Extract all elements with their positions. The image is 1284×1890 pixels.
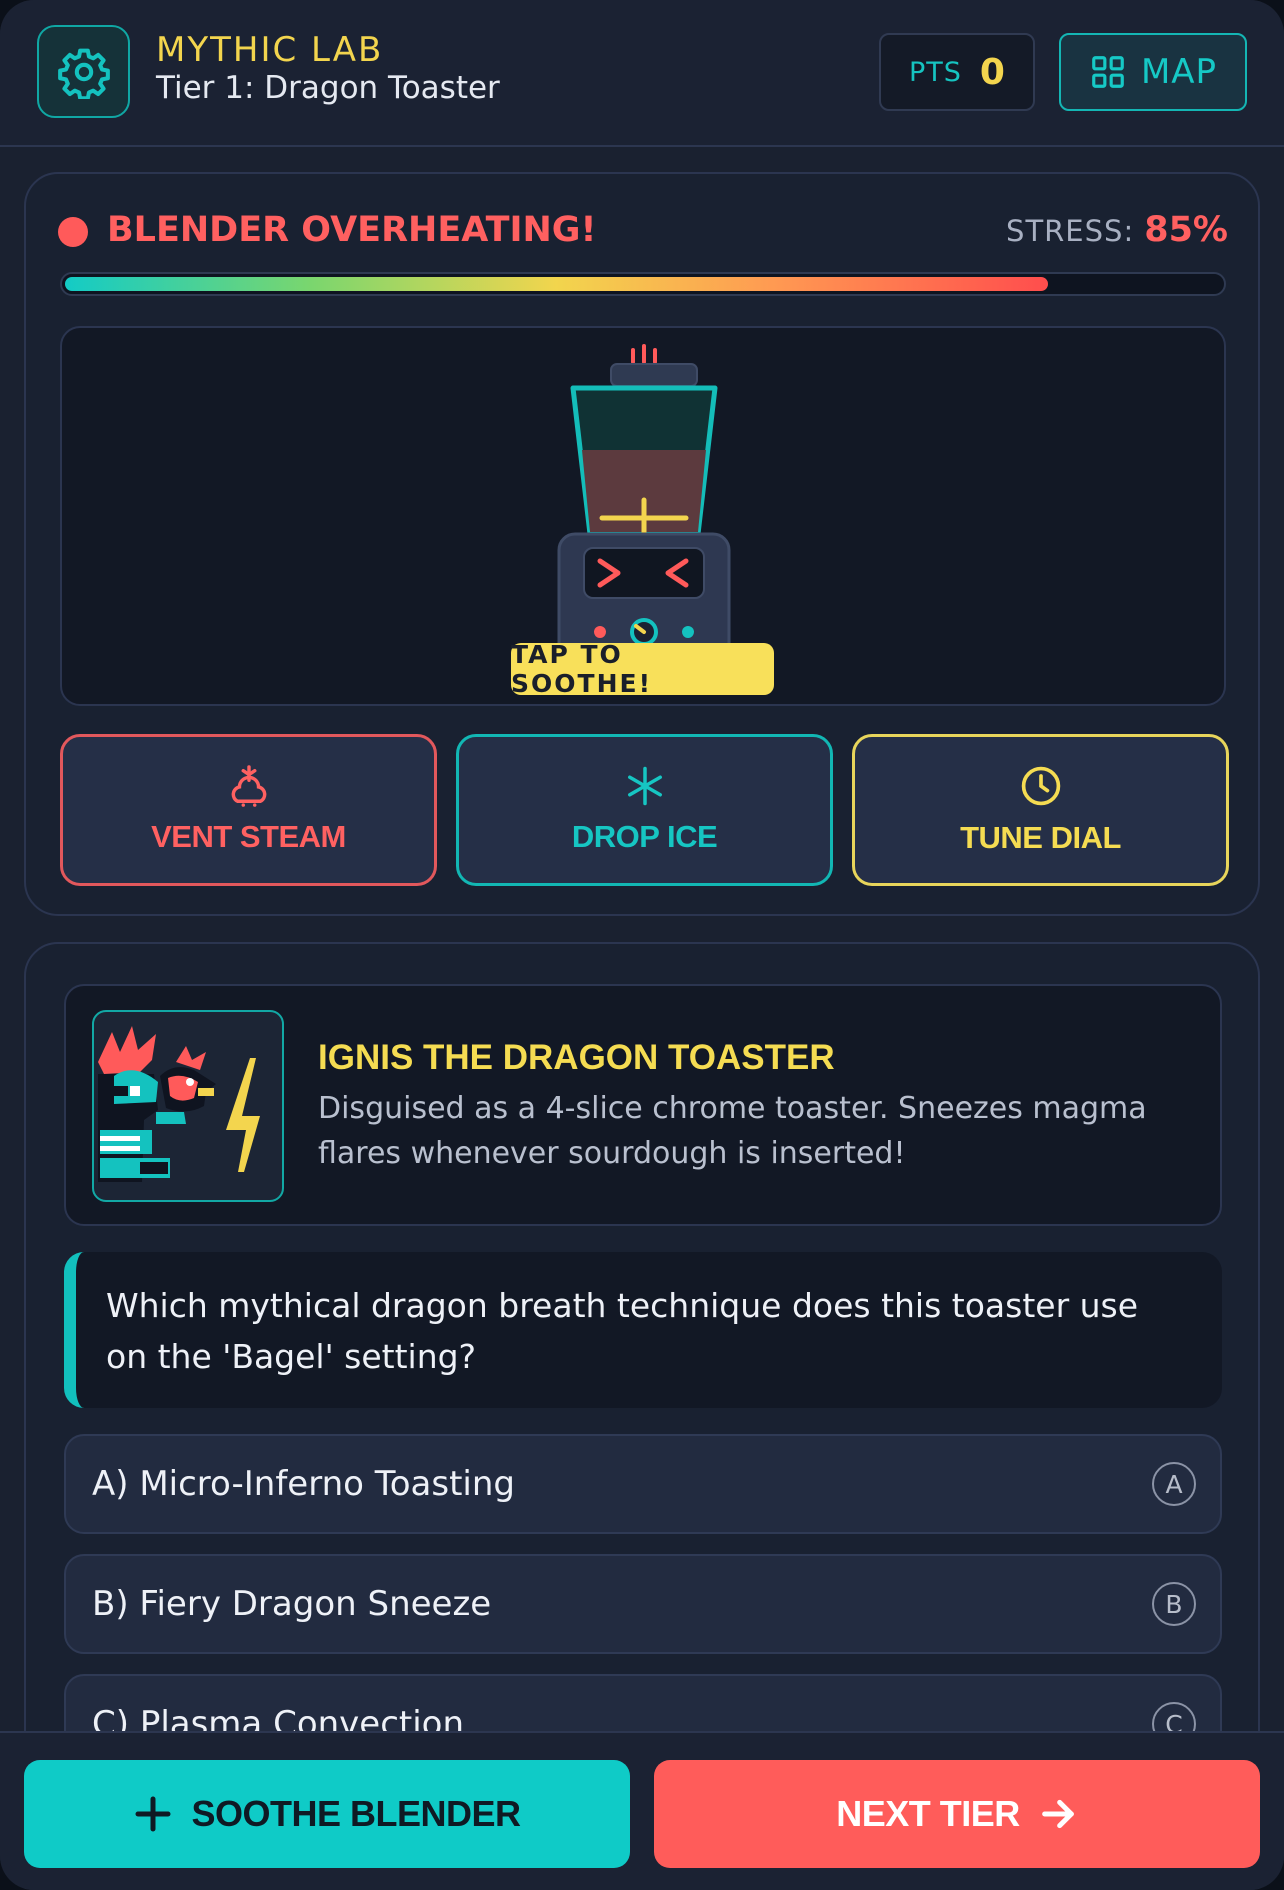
snowflake-icon xyxy=(627,766,662,806)
creature-card: IGNIS THE DRAGON TOASTER Disguised as a … xyxy=(64,984,1222,1226)
grid-icon xyxy=(1092,56,1124,88)
tune-dial-label: TUNE DIAL xyxy=(960,820,1121,855)
clock-icon xyxy=(1021,766,1060,806)
answer-option-a[interactable]: A) Micro-Inferno Toasting A xyxy=(64,1434,1222,1534)
tap-to-soothe-hint[interactable]: TAP TO SOOTHE! xyxy=(511,640,774,698)
alert-message: BLENDER OVERHEATING! xyxy=(107,210,597,250)
blender-face xyxy=(583,547,705,599)
tier-subtitle: Tier 1: Dragon Toaster xyxy=(156,70,500,106)
soothe-blender-label: SOOTHE BLENDER xyxy=(191,1793,521,1834)
drop-ice-label: DROP ICE xyxy=(571,819,718,854)
question-text: Which mythical dragon breath technique d… xyxy=(106,1286,1139,1376)
alert-indicator xyxy=(58,217,88,247)
arrow-right-icon xyxy=(1041,1799,1074,1829)
steam-lines xyxy=(631,344,657,364)
blender-lid xyxy=(610,363,698,387)
creature-description: Disguised as a 4-slice chrome toaster. S… xyxy=(318,1091,1147,1171)
blender-panel: BLENDER OVERHEATING! STRESS: 85% VENT ST… xyxy=(24,172,1260,916)
soothe-blender-button[interactable]: SOOTHE BLENDER xyxy=(24,1760,630,1868)
question-card: Which mythical dragon breath technique d… xyxy=(64,1252,1222,1408)
tune-dial-button[interactable]: TUNE DIAL xyxy=(852,734,1229,886)
steam-icon xyxy=(231,765,266,807)
app-title: MYTHIC LAB xyxy=(156,30,384,70)
plus-icon xyxy=(135,1796,171,1832)
stress-readout: STRESS: 85% xyxy=(1006,210,1228,250)
top-bar: MYTHIC LAB Tier 1: Dragon Toaster PTS 0 … xyxy=(0,0,1284,147)
answer-key-badge: B xyxy=(1152,1582,1196,1626)
stress-bar xyxy=(60,272,1226,296)
settings-button[interactable] xyxy=(37,25,130,118)
next-tier-button[interactable]: NEXT TIER xyxy=(654,1760,1260,1868)
stress-bar-fill xyxy=(65,277,1048,291)
vent-steam-label: VENT STEAM xyxy=(151,819,346,854)
drop-ice-button[interactable]: DROP ICE xyxy=(456,734,833,886)
points-value: 0 xyxy=(979,51,1005,93)
answer-text: B) Fiery Dragon Sneeze xyxy=(92,1584,492,1624)
points-label: PTS xyxy=(909,56,962,88)
brand-block: MYTHIC LAB Tier 1: Dragon Toaster xyxy=(156,30,500,106)
bottom-action-bar: SOOTHE BLENDER NEXT TIER xyxy=(0,1731,1284,1890)
gear-icon xyxy=(57,48,110,99)
stress-value: 85% xyxy=(1144,210,1228,250)
dragon-toaster-icon xyxy=(98,1026,260,1182)
map-label: MAP xyxy=(1140,52,1218,92)
answer-option-b[interactable]: B) Fiery Dragon Sneeze B xyxy=(64,1554,1222,1654)
map-button[interactable]: MAP xyxy=(1059,33,1247,111)
app-frame: MYTHIC LAB Tier 1: Dragon Toaster PTS 0 … xyxy=(0,0,1284,1890)
points-display: PTS 0 xyxy=(879,33,1035,111)
next-tier-label: NEXT TIER xyxy=(836,1793,1020,1834)
vent-steam-button[interactable]: VENT STEAM xyxy=(60,734,437,886)
creature-portrait xyxy=(92,1010,284,1202)
stress-label: STRESS: xyxy=(1006,214,1135,248)
answer-key-badge: A xyxy=(1152,1462,1196,1506)
answer-text: A) Micro-Inferno Toasting xyxy=(92,1464,515,1504)
tool-buttons: VENT STEAM DROP ICE TUNE DIAL xyxy=(60,734,1229,886)
creature-name: IGNIS THE DRAGON TOASTER xyxy=(318,1038,835,1077)
